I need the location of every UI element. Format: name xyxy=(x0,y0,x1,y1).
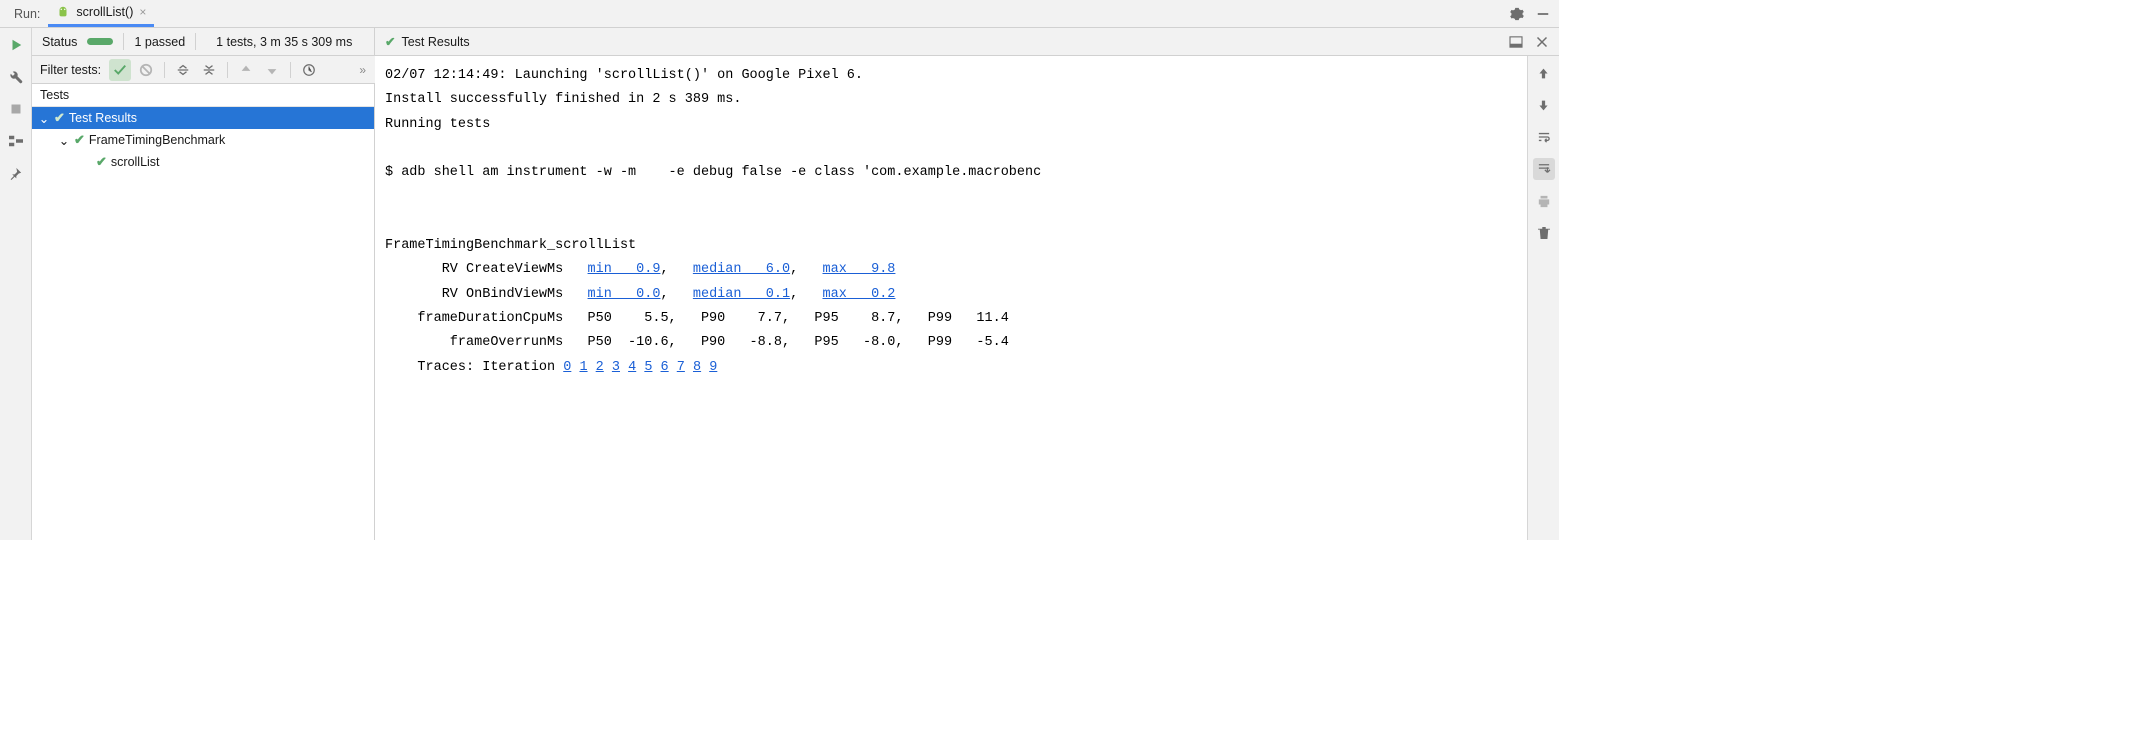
rerun-button[interactable] xyxy=(5,34,27,56)
clock-icon xyxy=(302,63,316,77)
minimize-icon xyxy=(1536,7,1550,21)
metric-link[interactable]: max 0.2 xyxy=(823,287,896,302)
test-tree-panel: Filter tests: xyxy=(32,56,375,540)
tab-label: scrollList() xyxy=(76,5,133,19)
trace-link[interactable]: 1 xyxy=(579,360,587,375)
test-tree[interactable]: ⌄ ✔ Test Results ⌄ ✔ FrameTimingBenchmar… xyxy=(32,107,374,540)
expand-all-button[interactable] xyxy=(172,59,194,81)
node-label: scrollList xyxy=(111,155,160,169)
history-button[interactable] xyxy=(298,59,320,81)
metric-link[interactable]: min 0.9 xyxy=(588,262,661,277)
metric-link[interactable]: min 0.0 xyxy=(588,287,661,302)
close-tab-icon[interactable]: × xyxy=(139,5,146,19)
trace-link[interactable]: 7 xyxy=(677,360,685,375)
pin-icon xyxy=(9,167,22,180)
filter-ignored-button[interactable] xyxy=(135,59,157,81)
trace-link[interactable]: 6 xyxy=(661,360,669,375)
more-filters-button[interactable]: » xyxy=(359,63,367,77)
stop-button[interactable] xyxy=(5,98,27,120)
tree-header: Tests xyxy=(32,84,374,107)
close-panel-button[interactable] xyxy=(1533,33,1551,51)
status-label: Status xyxy=(42,35,77,49)
tree-node-benchmark[interactable]: ⌄ ✔ FrameTimingBenchmark xyxy=(32,129,374,151)
soft-wrap-button[interactable] xyxy=(1533,126,1555,148)
trace-link[interactable]: 5 xyxy=(644,360,652,375)
collapse-icon xyxy=(202,63,216,77)
passed-count: 1 passed xyxy=(134,35,185,49)
metric-link[interactable]: median 6.0 xyxy=(693,262,790,277)
filter-label: Filter tests: xyxy=(40,63,101,77)
scroll-up-button[interactable] xyxy=(1533,62,1555,84)
test-summary: 1 tests, 3 m 35 s 309 ms xyxy=(206,35,364,49)
panel-icon xyxy=(1509,36,1523,48)
tab-bar: Run: scrollList() × xyxy=(0,0,1559,28)
run-config-tab[interactable]: scrollList() × xyxy=(48,0,154,27)
prev-failed-button[interactable] xyxy=(235,59,257,81)
wrap-icon xyxy=(1537,131,1551,143)
check-icon: ✔ xyxy=(74,132,85,148)
results-breadcrumb: Test Results xyxy=(401,35,469,49)
toggle-view-button[interactable] xyxy=(1507,33,1525,51)
arrow-down-icon xyxy=(265,63,279,77)
node-label: Test Results xyxy=(69,111,137,125)
trace-link[interactable]: 3 xyxy=(612,360,620,375)
scroll-to-end-button[interactable] xyxy=(1533,158,1555,180)
arrow-up-icon xyxy=(1537,67,1550,80)
chevron-down-icon: ⌄ xyxy=(38,111,50,126)
filter-toolbar: Filter tests: xyxy=(32,56,375,84)
status-indicator xyxy=(87,38,113,45)
check-icon: ✔ xyxy=(385,34,395,49)
collapse-all-button[interactable] xyxy=(198,59,220,81)
filter-passed-button[interactable] xyxy=(109,59,131,81)
pin-button[interactable] xyxy=(5,162,27,184)
arrow-down-icon xyxy=(1537,99,1550,112)
wrench-button[interactable] xyxy=(5,66,27,88)
minimize-button[interactable] xyxy=(1533,4,1553,24)
expand-icon xyxy=(176,63,190,77)
metric-link[interactable]: median 0.1 xyxy=(693,287,790,302)
check-icon: ✔ xyxy=(54,110,65,126)
chevron-down-icon: ⌄ xyxy=(58,133,70,148)
printer-icon xyxy=(1537,195,1551,208)
tree-node-root[interactable]: ⌄ ✔ Test Results xyxy=(32,107,374,129)
settings-button[interactable] xyxy=(1507,4,1527,24)
scroll-down-button[interactable] xyxy=(1533,94,1555,116)
scroll-end-icon xyxy=(1537,163,1551,175)
next-failed-button[interactable] xyxy=(261,59,283,81)
layout-button[interactable] xyxy=(5,130,27,152)
trash-icon xyxy=(1538,226,1550,240)
status-bar: Status 1 passed 1 tests, 3 m 35 s 309 ms… xyxy=(32,28,1559,56)
disabled-icon xyxy=(139,63,153,77)
trace-link[interactable]: 0 xyxy=(563,360,571,375)
gear-icon xyxy=(1510,7,1524,21)
check-icon: ✔ xyxy=(96,154,107,170)
console-output[interactable]: 02/07 12:14:49: Launching 'scrollList()'… xyxy=(375,56,1527,540)
run-panel-label: Run: xyxy=(6,7,48,21)
check-icon xyxy=(113,63,127,77)
stop-icon xyxy=(10,103,22,115)
close-icon xyxy=(1536,36,1548,48)
android-test-icon xyxy=(56,5,70,19)
trace-link[interactable]: 2 xyxy=(596,360,604,375)
wrench-icon xyxy=(9,70,23,84)
play-icon xyxy=(9,38,23,52)
trace-link[interactable]: 8 xyxy=(693,360,701,375)
layout-icon xyxy=(9,135,23,147)
print-button[interactable] xyxy=(1533,190,1555,212)
trace-link[interactable]: 9 xyxy=(709,360,717,375)
tree-node-test[interactable]: ✔ scrollList xyxy=(32,151,374,173)
trace-link[interactable]: 4 xyxy=(628,360,636,375)
clear-button[interactable] xyxy=(1533,222,1555,244)
node-label: FrameTimingBenchmark xyxy=(89,133,225,147)
left-tool-rail xyxy=(0,28,32,540)
metric-link[interactable]: max 9.8 xyxy=(823,262,896,277)
right-tool-rail xyxy=(1527,56,1559,540)
arrow-up-icon xyxy=(239,63,253,77)
